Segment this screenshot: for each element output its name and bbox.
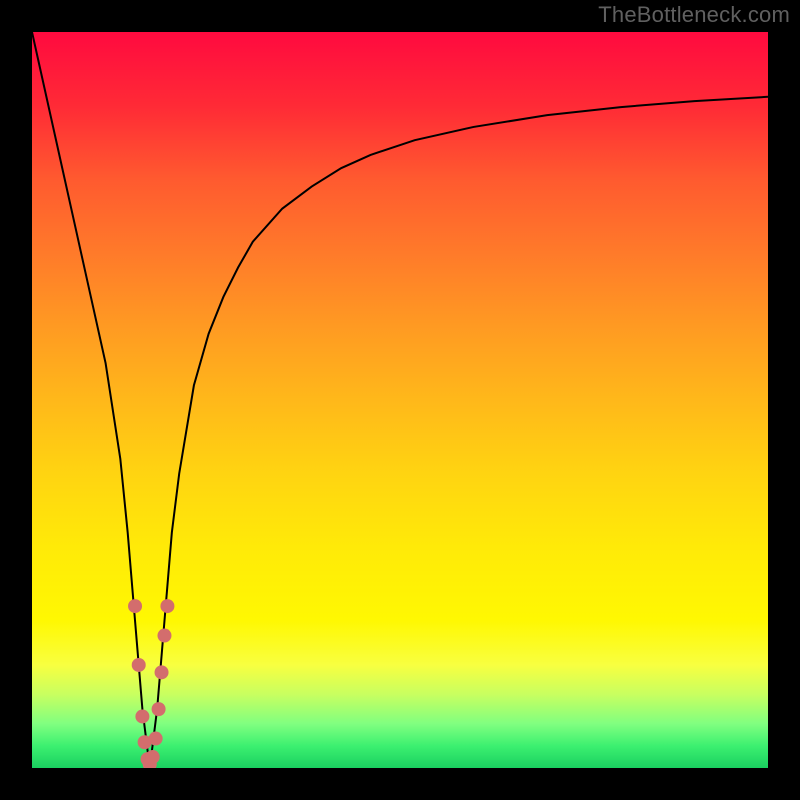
data-marker bbox=[146, 750, 160, 764]
data-marker bbox=[160, 599, 174, 613]
data-marker bbox=[132, 658, 146, 672]
outer-frame: TheBottleneck.com bbox=[0, 0, 800, 800]
data-marker bbox=[152, 702, 166, 716]
plot-area bbox=[32, 32, 768, 768]
chart-svg bbox=[32, 32, 768, 768]
data-marker bbox=[128, 599, 142, 613]
data-marker bbox=[135, 709, 149, 723]
data-marker bbox=[157, 629, 171, 643]
data-marker bbox=[155, 665, 169, 679]
bottleneck-curve bbox=[32, 32, 768, 768]
data-marker bbox=[149, 732, 163, 746]
watermark-text: TheBottleneck.com bbox=[598, 2, 790, 28]
